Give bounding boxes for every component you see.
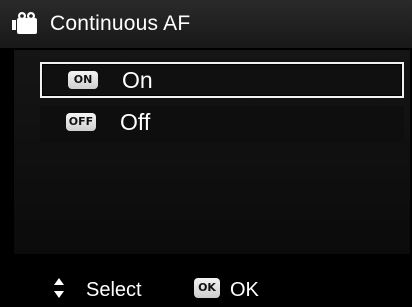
page-title: Continuous AF: [50, 12, 191, 35]
menu-item-label: Off: [120, 109, 151, 135]
settings-menu: ON On OFF Off: [14, 50, 410, 254]
menu-item-off[interactable]: OFF Off: [40, 106, 404, 142]
ok-hint: OK: [230, 279, 259, 301]
menu-item-label: On: [122, 67, 153, 93]
video-camera-icon: [12, 12, 37, 34]
select-hint: Select: [86, 279, 142, 301]
menu-header: Continuous AF: [0, 0, 412, 48]
ok-button-icon: OK: [194, 278, 220, 298]
off-badge-icon: OFF: [66, 113, 96, 131]
camera-menu-screen: Continuous AF ON On OFF Off Select OK OK: [0, 0, 412, 307]
control-hints: Select OK OK: [0, 269, 412, 307]
up-down-arrow-icon: [54, 278, 64, 298]
on-badge-icon: ON: [68, 71, 98, 89]
menu-item-on[interactable]: ON On: [40, 62, 404, 98]
